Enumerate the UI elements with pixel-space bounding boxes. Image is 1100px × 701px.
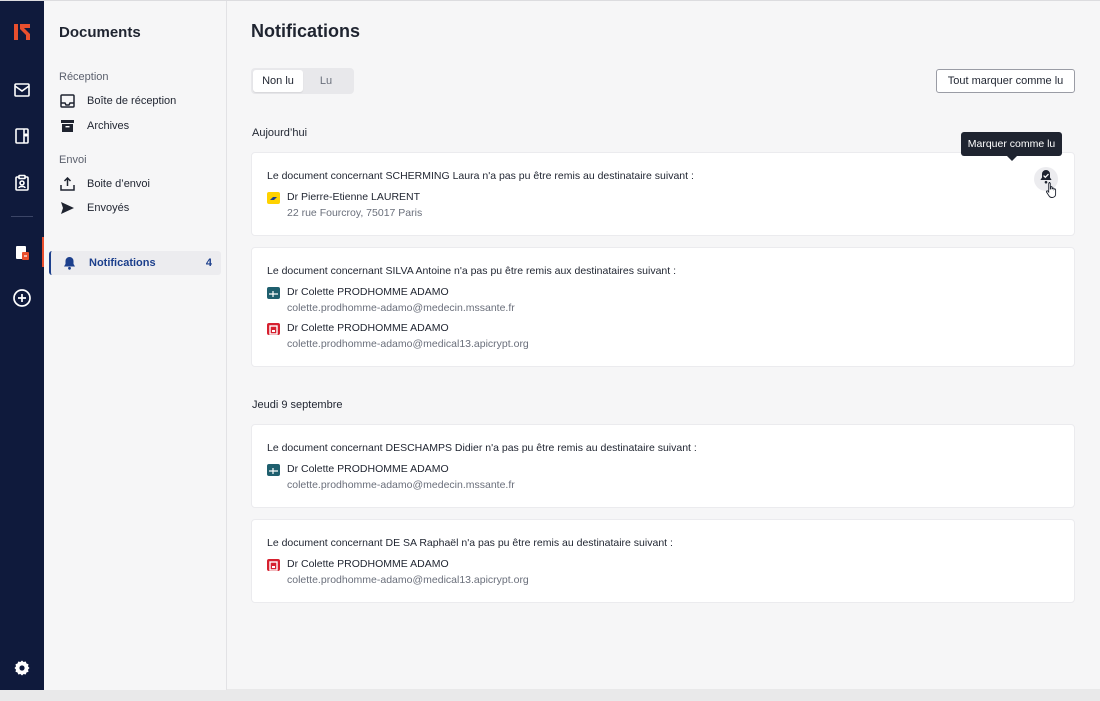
sidebar-item-inbox[interactable]: Boîte de réception	[59, 89, 221, 113]
recipient-address: colette.prodhomme-adamo@medecin.mssante.…	[287, 302, 515, 314]
sidebar-item-label: Archives	[87, 120, 130, 132]
reception-section-label: Réception	[59, 71, 109, 83]
notification-message: Le document concernant DESCHAMPS Didier …	[267, 442, 697, 454]
notifications-panel: Notifications Non lu Lu Tout marquer com…	[228, 1, 1100, 690]
sidebar-item-label: Boîte de réception	[87, 95, 177, 107]
read-filter-segmented-control: Non lu Lu	[251, 68, 354, 94]
send-arrow-icon	[59, 200, 75, 216]
envoi-section-label: Envoi	[59, 154, 87, 166]
group-heading-today: Aujourd’hui	[252, 127, 308, 139]
mark-as-read-tooltip: Marquer comme lu	[961, 132, 1062, 161]
notification-card[interactable]: Le document concernant SCHERMING Laura n…	[251, 152, 1075, 236]
tab-unread[interactable]: Non lu	[253, 70, 303, 92]
app-rail	[0, 1, 44, 690]
documents-icon[interactable]	[0, 237, 44, 269]
apicrypt-icon	[267, 559, 280, 571]
apicrypt-icon	[267, 323, 280, 335]
mail-icon[interactable]	[0, 74, 44, 106]
mssante-icon	[267, 287, 280, 299]
recipient: Dr Colette PRODHOMME ADAMO colette.prodh…	[267, 463, 515, 491]
settings-gear-icon[interactable]	[0, 652, 44, 684]
recipient: Dr Colette PRODHOMME ADAMO colette.prodh…	[267, 286, 515, 314]
sidebar-item-notifications[interactable]: Notifications 4	[49, 251, 221, 275]
recipient: Dr Colette PRODHOMME ADAMO colette.prodh…	[267, 322, 529, 350]
app-logo[interactable]	[0, 16, 44, 48]
recipient-address: colette.prodhomme-adamo@medical13.apicry…	[287, 338, 529, 350]
sidebar-item-label: Boite d’envoi	[87, 178, 150, 190]
recipient-name: Dr Colette PRODHOMME ADAMO	[287, 463, 449, 475]
mssante-icon	[267, 464, 280, 476]
recipient-address: colette.prodhomme-adamo@medecin.mssante.…	[287, 479, 515, 491]
recipient-address: colette.prodhomme-adamo@medical13.apicry…	[287, 574, 529, 586]
address-book-icon[interactable]	[0, 120, 44, 152]
recipient-name: Dr Colette PRODHOMME ADAMO	[287, 558, 449, 570]
la-poste-icon	[267, 192, 280, 204]
hand-pointer-cursor-icon	[1044, 181, 1060, 204]
notification-card[interactable]: Le document concernant DE SA Raphaël n'a…	[251, 519, 1075, 603]
notification-message: Le document concernant SCHERMING Laura n…	[267, 170, 694, 182]
notification-message: Le document concernant DE SA Raphaël n'a…	[267, 537, 673, 549]
rail-divider	[11, 216, 33, 217]
sidebar-item-archives[interactable]: Archives	[59, 114, 221, 138]
app-window: Documents Réception Boîte de réception A…	[0, 0, 1100, 690]
sidebar-item-label: Envoyés	[87, 202, 130, 214]
sidebar-item-label: Notifications	[89, 257, 156, 269]
upload-tray-icon	[59, 176, 75, 192]
notifications-count-badge: 4	[205, 257, 212, 269]
tab-read[interactable]: Lu	[303, 70, 349, 92]
archive-box-icon	[59, 118, 75, 134]
recipient: Dr Pierre-Etienne LAURENT 22 rue Fourcro…	[267, 191, 422, 219]
mark-all-read-button[interactable]: Tout marquer comme lu	[936, 69, 1075, 93]
documents-sidebar: Documents Réception Boîte de réception A…	[44, 1, 227, 690]
patient-file-icon[interactable]	[0, 167, 44, 199]
bell-icon	[61, 255, 77, 271]
recipient: Dr Colette PRODHOMME ADAMO colette.prodh…	[267, 558, 529, 586]
recipient-address: 22 rue Fourcroy, 75017 Paris	[287, 207, 423, 219]
sidebar-title: Documents	[59, 24, 141, 41]
page-title: Notifications	[251, 21, 361, 41]
sidebar-item-outbox[interactable]: Boite d’envoi	[59, 172, 221, 196]
notification-card[interactable]: Le document concernant DESCHAMPS Didier …	[251, 424, 1075, 508]
notification-card[interactable]: Le document concernant SILVA Antoine n'a…	[251, 247, 1075, 367]
recipient-name: Dr Colette PRODHOMME ADAMO	[287, 322, 449, 334]
inbox-icon	[59, 93, 75, 109]
notification-message: Le document concernant SILVA Antoine n'a…	[267, 265, 677, 277]
recipient-name: Dr Colette PRODHOMME ADAMO	[287, 286, 449, 298]
group-heading-date: Jeudi 9 septembre	[252, 399, 343, 411]
recipient-name: Dr Pierre-Etienne LAURENT	[287, 191, 421, 203]
sidebar-item-sent[interactable]: Envoyés	[59, 196, 221, 220]
add-circle-icon[interactable]	[0, 282, 44, 314]
